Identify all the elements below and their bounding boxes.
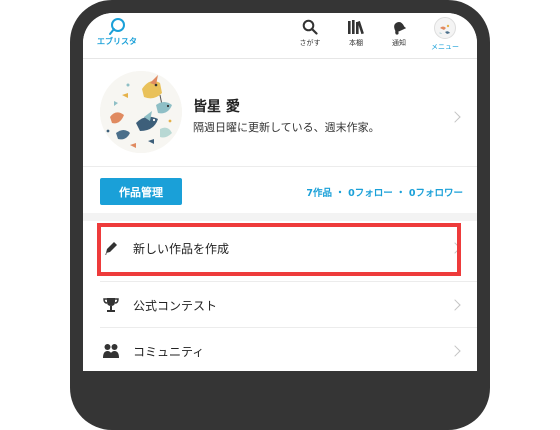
nav-search[interactable]: さがす: [289, 17, 331, 55]
menu-item-community[interactable]: コミュニティ: [83, 328, 477, 371]
nav-search-label: さがす: [299, 39, 321, 47]
nav-notification[interactable]: 通知: [378, 17, 420, 55]
user-name: 皆星 愛: [193, 99, 240, 115]
bird-pattern-avatar: [100, 71, 182, 153]
stats-separator: ・: [335, 188, 345, 199]
app-header: エブリスタ さがす 本棚 通知 メニュー: [83, 13, 477, 59]
bookshelf-icon: [348, 20, 364, 35]
logo-icon: [109, 18, 125, 35]
chevron-right-icon: [449, 111, 461, 123]
search-icon: [302, 19, 318, 35]
nav-notification-label: 通知: [392, 39, 406, 47]
people-icon: [103, 344, 119, 358]
app-screen: エブリスタ さがす 本棚 通知 メニュー 皆星 愛 隔週日曜に更新している、週末…: [83, 13, 477, 371]
avatar-icon: [434, 17, 456, 39]
menu-item-label: 公式コンテスト: [133, 299, 218, 313]
stats-separator: ・: [396, 188, 406, 199]
manage-works-button[interactable]: 作品管理: [100, 178, 182, 205]
chevron-right-icon: [449, 299, 461, 311]
menu-item-official-contest[interactable]: 公式コンテスト: [83, 282, 477, 328]
user-bio: 隔週日曜に更新している、週末作家。: [193, 121, 380, 134]
nav-menu[interactable]: メニュー: [424, 17, 466, 55]
chevron-right-icon: [449, 242, 461, 254]
profile-card[interactable]: 皆星 愛 隔週日曜に更新している、週末作家。: [83, 58, 477, 167]
manage-row: 作品管理 7作品 ・ 0フォロー ・ 0フォロワー: [83, 167, 477, 213]
menu-item-label: 新しい作品を作成: [133, 242, 230, 256]
menu-item-create-new-work[interactable]: 新しい作品を作成: [83, 225, 477, 271]
logo-label: エブリスタ: [97, 37, 137, 46]
following-count-link[interactable]: 0フォロー: [348, 188, 393, 199]
pencil-icon: [105, 242, 117, 255]
bell-icon: [394, 21, 407, 35]
section-gap: [83, 213, 477, 221]
menu-item-label: コミュニティ: [133, 345, 205, 359]
logo[interactable]: エブリスタ: [93, 17, 141, 55]
nav-bookshelf[interactable]: 本棚: [335, 17, 377, 55]
works-count-link[interactable]: 7作品: [306, 188, 332, 199]
trophy-icon: [103, 298, 119, 312]
nav-bookshelf-label: 本棚: [349, 39, 363, 47]
user-stats: 7作品 ・ 0フォロー ・ 0フォロワー: [306, 185, 463, 199]
avatar: [100, 71, 182, 153]
nav-menu-label: メニュー: [431, 43, 459, 51]
chevron-right-icon: [449, 345, 461, 357]
followers-count-link[interactable]: 0フォロワー: [409, 188, 463, 199]
